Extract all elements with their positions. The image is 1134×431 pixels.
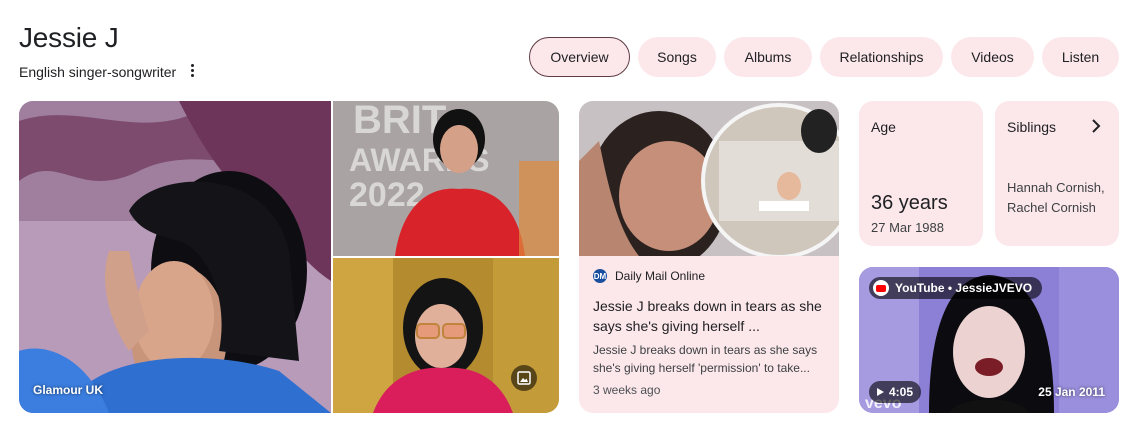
gold-backdrop-photo[interactable] [333,258,559,413]
news-timestamp: 3 weeks ago [593,383,661,397]
age-value: 36 years [871,192,948,214]
siblings-card[interactable]: Siblings Hannah Cornish, Rachel Cornish [995,101,1119,246]
tab-relationships[interactable]: Relationships [820,37,943,77]
tab-videos[interactable]: Videos [951,37,1034,77]
youtube-channel-badge: YouTube • JessieJVEVO [869,277,1043,299]
age-card[interactable]: Age 36 years 27 Mar 1988 [859,101,983,246]
age-label: Age [871,119,896,135]
video-channel: YouTube • JessieJVEVO [895,281,1033,295]
news-thumbnail [579,101,839,271]
news-headline[interactable]: Jessie J breaks down in tears as she say… [593,296,829,336]
tab-overview[interactable]: Overview [529,37,630,77]
news-snippet: Jessie J breaks down in tears as she say… [593,343,818,375]
news-source: DM Daily Mail Online [593,269,705,283]
siblings-label: Siblings [1007,119,1057,135]
main-photo[interactable]: Glamour UK [19,101,331,413]
entity-subtitle: English singer-songwriter [19,64,177,80]
news-source-name: Daily Mail Online [615,269,706,283]
tab-listen[interactable]: Listen [1042,37,1119,77]
more-options-icon[interactable] [186,63,198,79]
page-title: Jessie J [19,22,119,53]
news-card[interactable]: DM Daily Mail Online Jessie J breaks dow… [579,101,839,413]
main-photo-image [19,101,331,413]
brit-awards-image: BRIT AWARDS 2022 [333,101,559,256]
siblings-value: Hannah Cornish, Rachel Cornish [1007,180,1105,215]
video-date: 25 Jan 2011 [1038,385,1105,399]
video-duration-text: 4:05 [889,385,914,399]
brit-awards-photo[interactable]: BRIT AWARDS 2022 [333,101,559,256]
tab-albums[interactable]: Albums [724,37,812,77]
youtube-icon [873,280,889,296]
chevron-right-icon[interactable] [1091,119,1101,133]
brit-backdrop-text-1: BRIT [353,101,446,142]
video-duration: 4:05 [869,381,922,403]
birth-date: 27 Mar 1988 [871,220,944,235]
daily-mail-icon: DM [593,269,607,283]
tab-songs[interactable]: Songs [638,37,716,77]
video-card[interactable]: vevo YouTube • JessieJVEVO 4:05 25 Jan 2… [859,267,1119,413]
image-source-label: Glamour UK [33,383,104,397]
image-gallery-icon[interactable] [511,365,537,391]
play-icon [877,388,884,396]
